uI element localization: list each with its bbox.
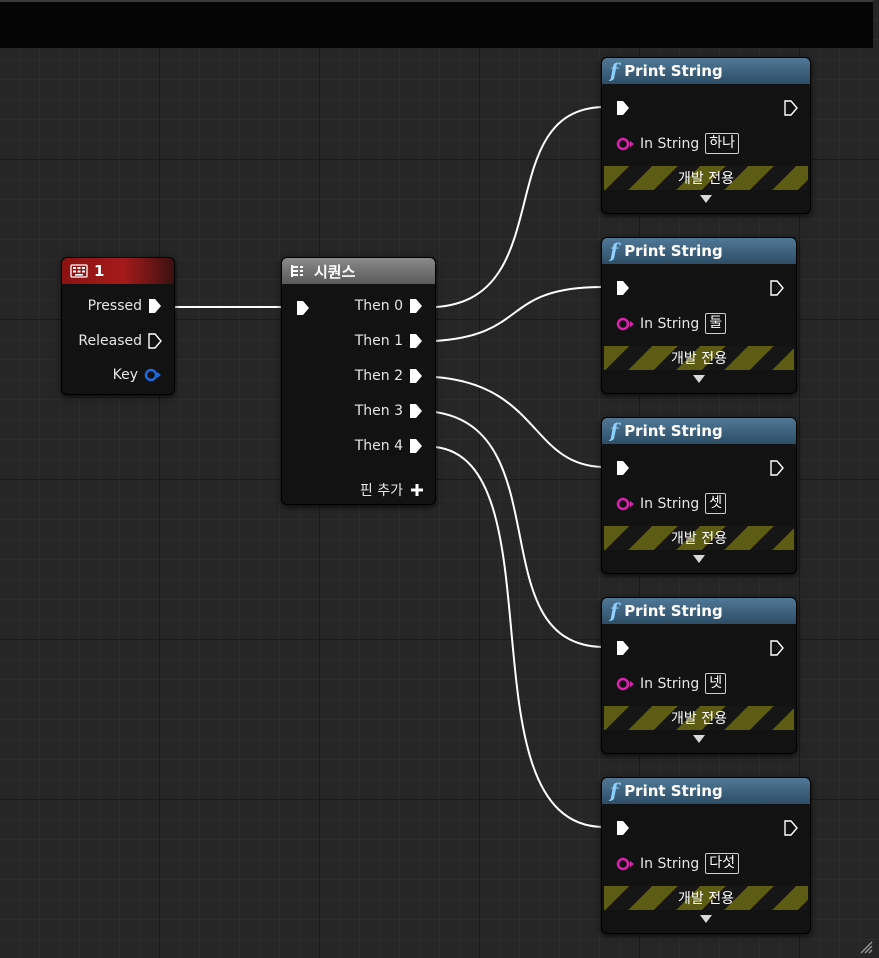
in-string-pin[interactable]: In String 하나 <box>616 133 739 154</box>
in-string-label: In String <box>640 315 700 332</box>
print-string-node[interactable]: f Print String In String 넷 개발 전용 <box>601 597 797 754</box>
in-string-value[interactable]: 둘 <box>705 313 727 334</box>
pressed-pin[interactable]: Pressed <box>88 298 162 314</box>
print-string-node[interactable]: f Print String In String 둘 개발 전용 <box>601 237 797 394</box>
then-0-label: Then 0 <box>354 298 403 314</box>
in-string-pin[interactable]: In String 둘 <box>616 313 727 334</box>
exec-out-pin-icon[interactable] <box>148 298 162 314</box>
in-string-label: In String <box>640 855 700 872</box>
print-string-node[interactable]: f Print String In String 하나 개발 전용 <box>601 57 811 214</box>
in-string-value[interactable]: 셋 <box>705 493 727 514</box>
exec-in-pin-icon[interactable] <box>616 640 630 656</box>
expand-arrow-icon[interactable] <box>693 555 705 563</box>
exec-out-pin-icon[interactable] <box>409 438 423 454</box>
exec-in-pin-icon[interactable] <box>616 820 630 836</box>
in-string-label: In String <box>640 495 700 512</box>
exec-in-pin-icon[interactable] <box>616 460 630 476</box>
exec-out-pin-icon[interactable] <box>409 368 423 384</box>
exec-out-pin-icon[interactable] <box>148 333 162 349</box>
sequence-icon <box>291 265 303 277</box>
in-string-label: In String <box>640 675 700 692</box>
then-1-pin[interactable]: Then 1 <box>355 333 423 349</box>
in-string-pin[interactable]: In String 다섯 <box>616 853 739 874</box>
then-3-pin[interactable]: Then 3 <box>355 403 423 419</box>
print-string-header[interactable]: f Print String <box>602 58 810 84</box>
exec-out-pin-icon[interactable] <box>770 640 784 656</box>
exec-out-pin-icon[interactable] <box>770 280 784 296</box>
development-only-label: 개발 전용 <box>671 711 727 727</box>
in-string-pin[interactable]: In String 넷 <box>616 673 727 694</box>
then-3-label: Then 3 <box>354 403 403 419</box>
then-4-pin[interactable]: Then 4 <box>355 438 423 454</box>
resize-grip-icon[interactable] <box>859 940 873 954</box>
then-2-label: Then 2 <box>354 368 403 384</box>
print-string-header[interactable]: f Print String <box>602 598 796 624</box>
sequence-node-header[interactable]: 시퀀스 <box>282 258 435 284</box>
exec-out-pin-icon[interactable] <box>409 298 423 314</box>
key-event-node[interactable]: 1 Pressed Released Key <box>61 257 175 395</box>
plus-icon <box>411 484 423 496</box>
in-string-value[interactable]: 넷 <box>705 673 727 694</box>
function-icon: f <box>610 240 619 262</box>
function-icon: f <box>610 420 619 442</box>
key-node-title: 1 <box>94 262 105 280</box>
string-pin-icon[interactable] <box>616 497 636 511</box>
then-0-pin[interactable]: Then 0 <box>355 298 423 314</box>
then-1-label: Then 1 <box>354 333 403 349</box>
in-string-pin[interactable]: In String 셋 <box>616 493 727 514</box>
key-node-header[interactable]: 1 <box>62 258 174 284</box>
exec-out-pin-icon[interactable] <box>784 820 798 836</box>
released-label: Released <box>78 333 142 349</box>
in-string-label: In String <box>640 135 700 152</box>
print-string-title: Print String <box>624 602 723 620</box>
development-only-label: 개발 전용 <box>678 171 734 187</box>
exec-out-pin-icon[interactable] <box>784 100 798 116</box>
development-only-label: 개발 전용 <box>671 351 727 367</box>
exec-out-pin-icon[interactable] <box>409 403 423 419</box>
released-pin[interactable]: Released <box>78 333 162 349</box>
print-string-node[interactable]: f Print String In String 다섯 개발 전용 <box>601 777 811 934</box>
function-icon: f <box>610 600 619 622</box>
expand-arrow-icon[interactable] <box>693 375 705 383</box>
string-pin-icon[interactable] <box>616 857 636 871</box>
in-string-value[interactable]: 다섯 <box>705 853 739 874</box>
function-icon: f <box>610 60 619 82</box>
string-pin-icon[interactable] <box>616 137 636 151</box>
pressed-label: Pressed <box>87 298 142 314</box>
add-pin-label: 핀 추가 <box>359 483 403 499</box>
expand-arrow-icon[interactable] <box>700 195 712 203</box>
add-pin-button[interactable]: 핀 추가 <box>360 480 423 500</box>
development-only-label: 개발 전용 <box>678 891 734 907</box>
string-pin-icon[interactable] <box>616 317 636 331</box>
exec-in-pin-icon[interactable] <box>616 100 630 116</box>
in-string-value[interactable]: 하나 <box>705 133 739 154</box>
print-string-title: Print String <box>624 422 723 440</box>
print-string-header[interactable]: f Print String <box>602 238 796 264</box>
print-string-title: Print String <box>624 62 723 80</box>
string-pin-icon[interactable] <box>616 677 636 691</box>
then-2-pin[interactable]: Then 2 <box>355 368 423 384</box>
exec-out-pin-icon[interactable] <box>409 333 423 349</box>
exec-out-pin-icon[interactable] <box>770 460 784 476</box>
function-icon: f <box>610 780 619 802</box>
sequence-exec-in-pin-icon[interactable] <box>296 300 310 316</box>
top-bar <box>0 0 873 48</box>
keyboard-icon <box>70 264 88 278</box>
expand-arrow-icon[interactable] <box>693 735 705 743</box>
print-string-header[interactable]: f Print String <box>602 778 810 804</box>
sequence-node[interactable]: 시퀀스 Then 0 Then 1 Then 2 Then 3 Then 4 핀… <box>281 257 436 505</box>
key-pin[interactable]: Key <box>113 367 162 383</box>
development-only-label: 개발 전용 <box>671 531 727 547</box>
key-label: Key <box>112 367 138 383</box>
then-4-label: Then 4 <box>354 438 403 454</box>
print-string-node[interactable]: f Print String In String 셋 개발 전용 <box>601 417 797 574</box>
expand-arrow-icon[interactable] <box>700 915 712 923</box>
print-string-title: Print String <box>624 782 723 800</box>
sequence-node-title: 시퀀스 <box>314 262 356 281</box>
print-string-header[interactable]: f Print String <box>602 418 796 444</box>
exec-in-pin-icon[interactable] <box>616 280 630 296</box>
print-string-title: Print String <box>624 242 723 260</box>
struct-pin-icon[interactable] <box>144 368 162 382</box>
